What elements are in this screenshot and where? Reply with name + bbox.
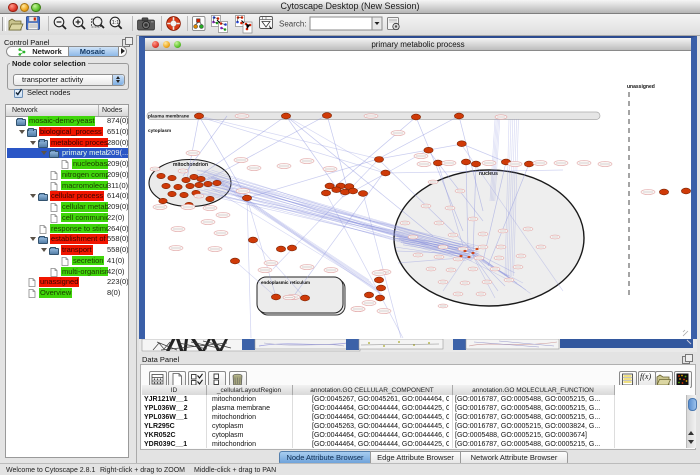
svg-text:plasma membrane: plasma membrane <box>148 114 190 119</box>
svg-text:Search:: Search: <box>279 20 307 29</box>
svg-text:mitochondrion: mitochondrion <box>173 162 208 168</box>
svg-text:cytoplasm: cytoplasm <box>148 128 171 133</box>
svg-text:unassigned: unassigned <box>627 84 655 90</box>
svg-text:1:1: 1:1 <box>112 20 120 26</box>
